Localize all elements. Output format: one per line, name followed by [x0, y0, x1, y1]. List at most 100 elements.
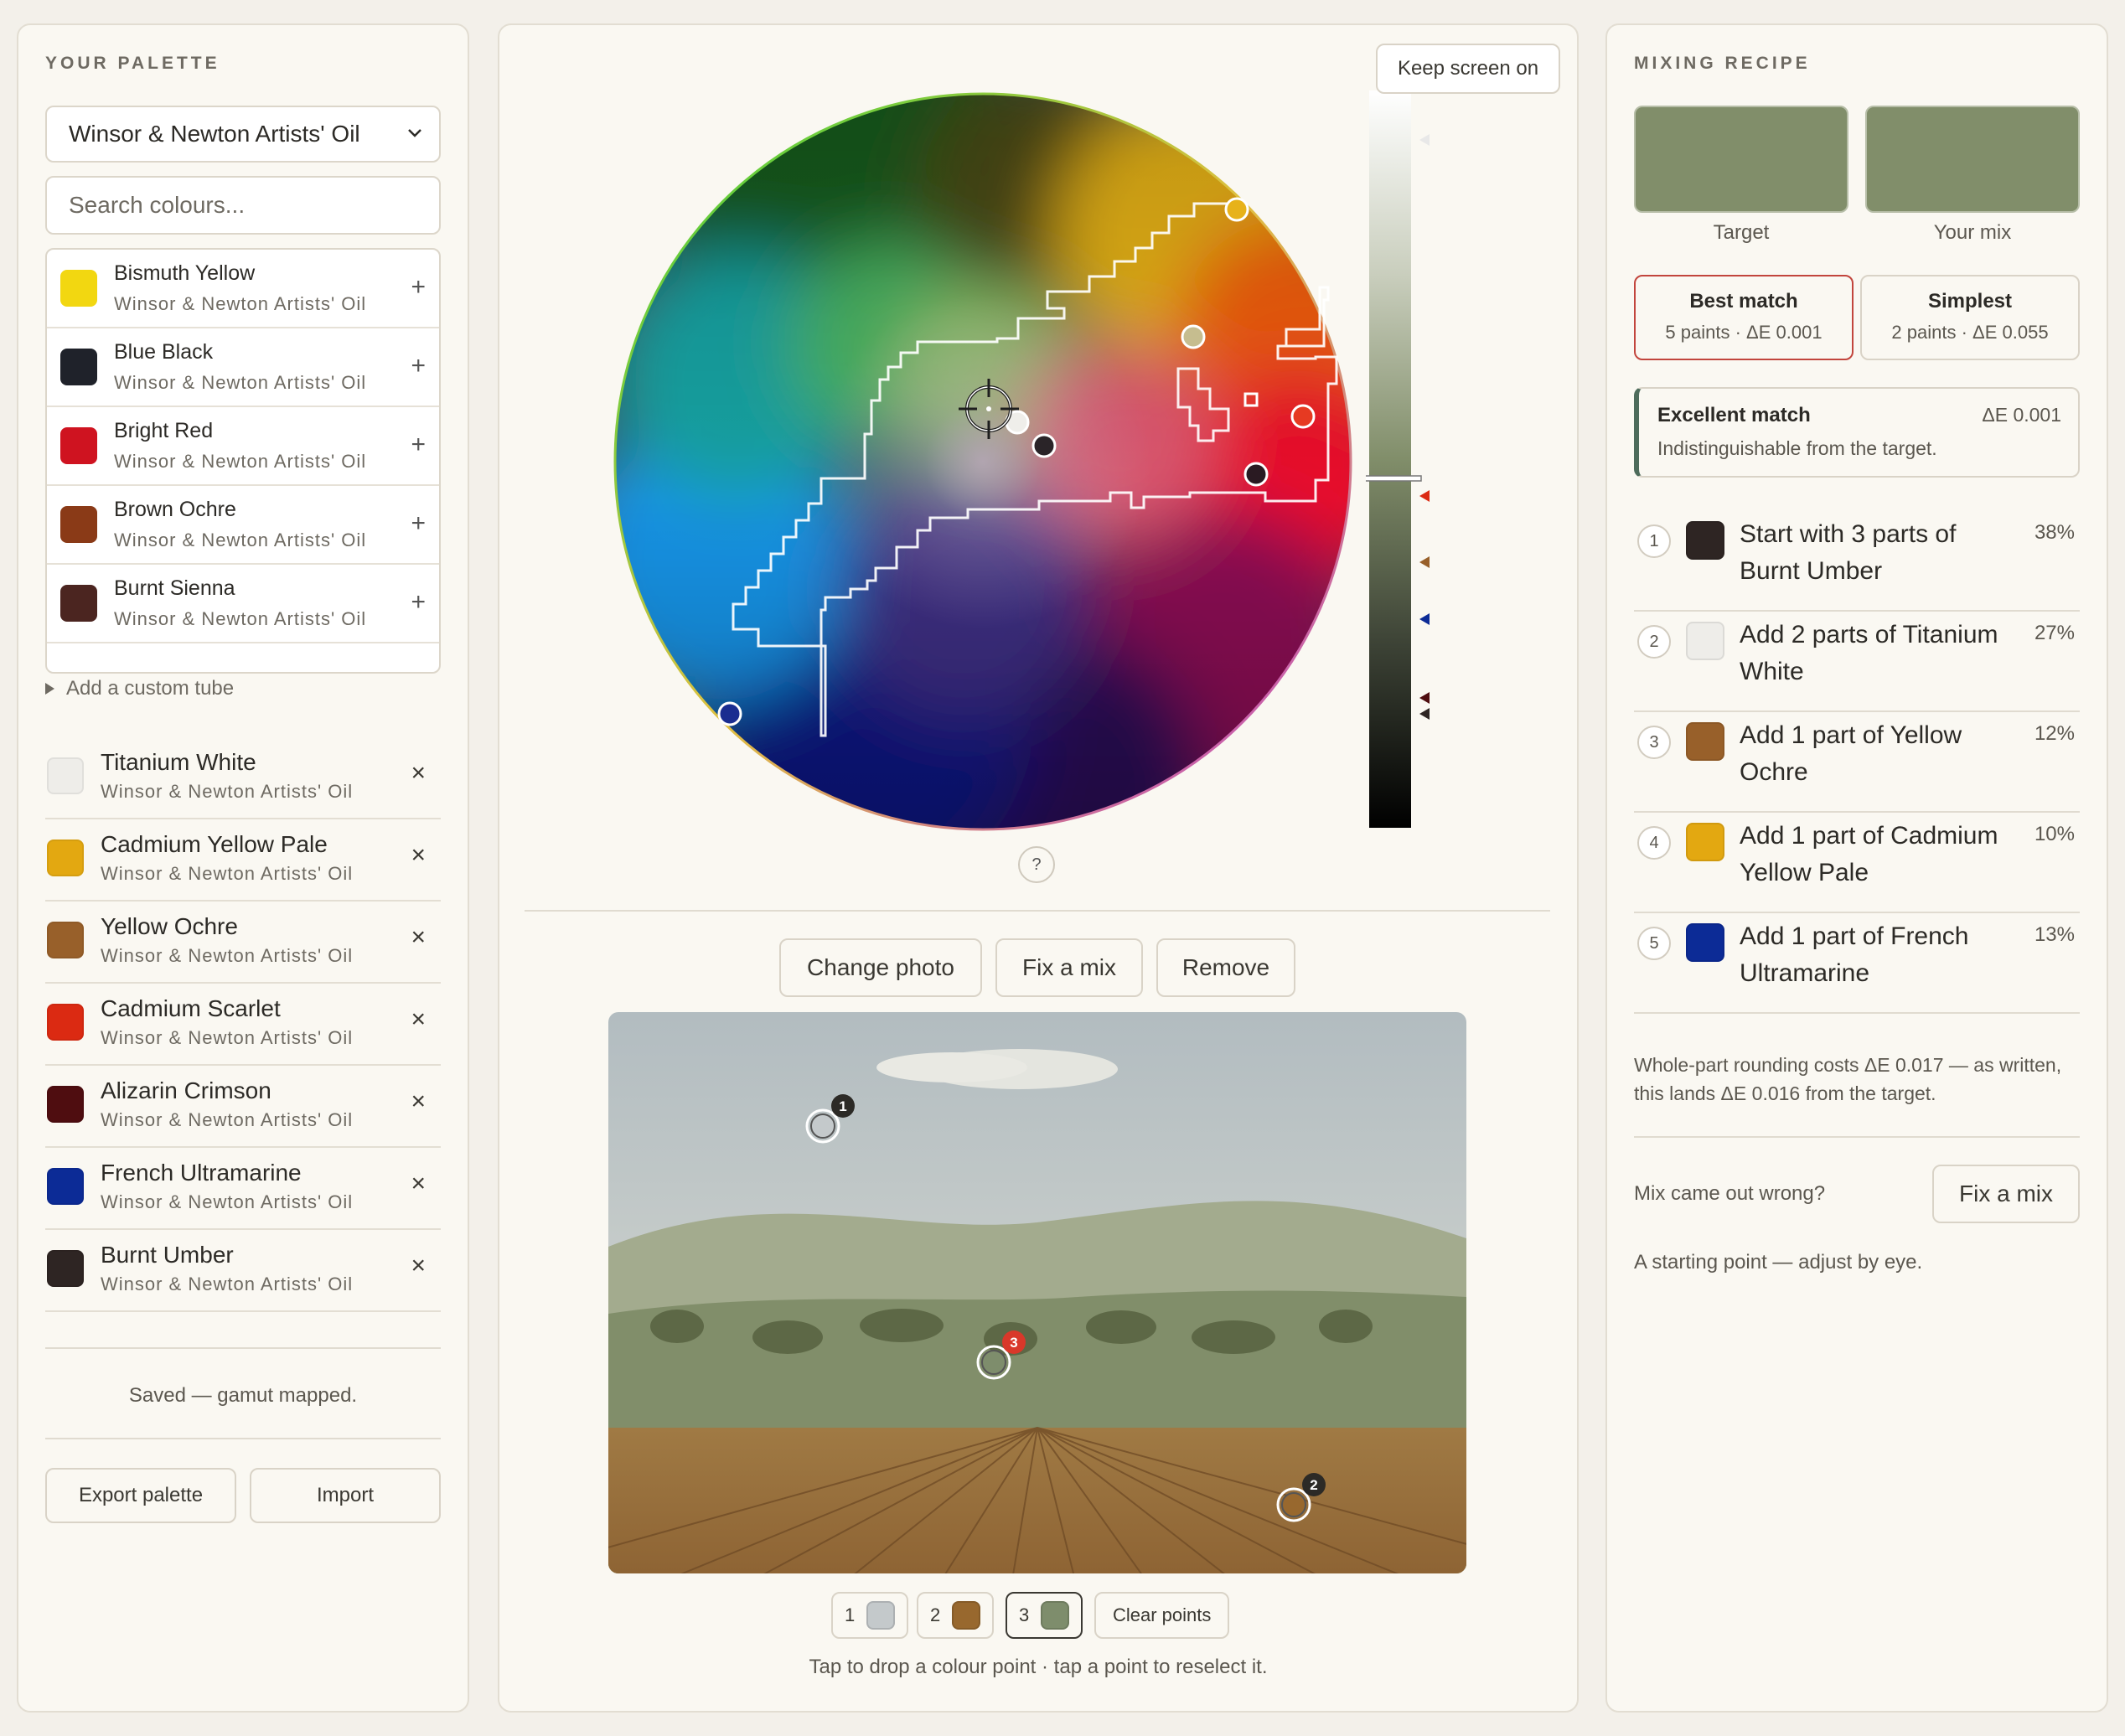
brand-select[interactable]: Winsor & Newton Artists' Oil [45, 106, 441, 163]
match-quality-title: Excellent match [1657, 404, 1811, 426]
point-chip-swatch [1041, 1601, 1070, 1630]
paint-tick-icon [1419, 692, 1430, 704]
help-button[interactable]: ? [1018, 846, 1055, 883]
colour-swatch [60, 270, 97, 307]
mode-subtitle: 5 paints · ΔE 0.001 [1665, 322, 1823, 343]
remove-paint-icon[interactable]: × [411, 1170, 426, 1198]
mode-subtitle: 2 paints · ΔE 0.055 [1891, 322, 2049, 343]
add-colour-icon[interactable]: + [411, 273, 426, 302]
remove-paint-icon[interactable]: × [411, 923, 426, 952]
point-chip-2[interactable]: 2 [917, 1592, 995, 1639]
recipe-step: 3 Add 1 part of Yellow Ochre 12% [1634, 712, 2080, 813]
paint-marker[interactable] [1224, 197, 1249, 222]
value-slider[interactable] [1366, 90, 1450, 833]
step-number: 3 [1637, 726, 1671, 759]
palette-item: Cadmium Yellow Pale Winsor & Newton Artis… [45, 819, 441, 902]
add-colour-icon[interactable]: + [411, 509, 426, 538]
colour-catalog-item[interactable]: Burnt Sienna Winsor & Newton Artists' Oil… [47, 565, 439, 643]
mode-title: Simplest [1927, 290, 2013, 313]
paint-swatch [47, 1250, 84, 1287]
remove-photo-button[interactable]: Remove [1156, 938, 1295, 997]
brand-select-value: Winsor & Newton Artists' Oil [69, 121, 360, 147]
colour-catalog-item[interactable]: Bright Red Winsor & Newton Artists' Oil + [47, 407, 439, 486]
paint-brand: Winsor & Newton Artists' Oil [101, 945, 354, 966]
search-input[interactable]: Search colours... [45, 176, 441, 235]
point-chip-3[interactable]: 3 [1006, 1592, 1083, 1639]
add-colour-icon[interactable]: + [411, 588, 426, 617]
colour-catalog-item[interactable]: Blue Black Winsor & Newton Artists' Oil + [47, 328, 439, 407]
paint-name: Alizarin Crimson [101, 1077, 271, 1103]
colour-catalog-list[interactable]: Bismuth Yellow Winsor & Newton Artists' O… [45, 248, 441, 674]
colour-name: Blue Black [114, 340, 214, 364]
svg-text:1: 1 [839, 1098, 846, 1114]
paint-marker[interactable] [1181, 324, 1206, 349]
colour-name: Bismuth Yellow [114, 261, 256, 285]
recipe-step: 5 Add 1 part of French Ultramarine 13% [1634, 913, 2080, 1014]
recipe-footnote: A starting point — adjust by eye. [1634, 1251, 1923, 1274]
paint-brand: Winsor & Newton Artists' Oil [101, 1027, 354, 1048]
fix-a-mix-button[interactable]: Fix a mix [995, 938, 1143, 997]
step-instruction: Add 2 parts of Titanium White [1740, 621, 1998, 685]
clear-points-button[interactable]: Clear points [1094, 1592, 1230, 1639]
export-palette-button[interactable]: Export palette [45, 1468, 236, 1523]
search-placeholder: Search colours... [69, 192, 246, 218]
paint-marker[interactable] [1290, 404, 1316, 429]
paint-marker[interactable] [1243, 462, 1269, 487]
change-photo-button[interactable]: Change photo [779, 938, 982, 997]
paint-marker[interactable] [1031, 433, 1057, 458]
step-number: 4 [1637, 826, 1671, 860]
reference-photo[interactable]: 1 2 3 [608, 1012, 1466, 1573]
clear-points-label: Clear points [1113, 1604, 1212, 1625]
remove-paint-icon[interactable]: × [411, 1252, 426, 1280]
step-number: 1 [1637, 524, 1671, 558]
target-swatch [1634, 106, 1848, 213]
keep-screen-on-button[interactable]: Keep screen on [1376, 44, 1560, 94]
mix-swatch [1865, 106, 2080, 213]
colour-catalog-item[interactable]: Bismuth Yellow Winsor & Newton Artists' O… [47, 250, 439, 328]
slider-handle[interactable] [1366, 475, 1422, 482]
simplest-option[interactable]: Simplest 2 paints · ΔE 0.055 [1860, 275, 2080, 360]
palette-item: Titanium White Winsor & Newton Artists' O… [45, 737, 441, 819]
remove-paint-icon[interactable]: × [411, 1088, 426, 1116]
paint-tick-icon [1419, 708, 1430, 720]
colour-brand: Winsor & Newton Artists' Oil [114, 372, 367, 393]
paint-swatch [47, 922, 84, 958]
match-quality-delta: ΔE 0.001 [1982, 404, 2061, 426]
colour-wheel[interactable] [612, 90, 1354, 833]
paint-swatch [47, 840, 84, 876]
add-colour-icon[interactable]: + [411, 352, 426, 380]
add-colour-icon[interactable]: + [411, 431, 426, 459]
paint-swatch [47, 1086, 84, 1123]
mode-title: Best match [1689, 290, 1798, 313]
divider [525, 910, 1550, 912]
point-chip-swatch [952, 1601, 981, 1630]
point-chip-1[interactable]: 1 [831, 1592, 909, 1639]
point-chip-number: 2 [930, 1604, 941, 1625]
divider [1634, 1136, 2080, 1138]
best-match-option[interactable]: Best match 5 paints · ΔE 0.001 [1634, 275, 1854, 360]
paint-marker[interactable] [717, 701, 742, 726]
add-custom-tube-label: Add a custom tube [66, 677, 235, 700]
add-custom-tube-toggle[interactable]: Add a custom tube [45, 677, 234, 700]
remove-paint-icon[interactable]: × [411, 759, 426, 788]
import-button[interactable]: Import [250, 1468, 441, 1523]
paint-name: Cadmium Scarlet [101, 995, 281, 1021]
paint-tick-icon [1419, 613, 1430, 625]
step-percentage: 13% [2034, 923, 2075, 946]
remove-paint-icon[interactable]: × [411, 1005, 426, 1034]
caret-right-icon [45, 683, 54, 695]
paint-name: Titanium White [101, 749, 256, 775]
step-number: 2 [1637, 625, 1671, 659]
mix-label: Your mix [1933, 221, 2012, 244]
fix-a-mix-button-recipe[interactable]: Fix a mix [1932, 1165, 2080, 1223]
remove-paint-icon[interactable]: × [411, 841, 426, 870]
divider [45, 1438, 441, 1439]
colour-catalog-item[interactable]: Brown Ochre Winsor & Newton Artists' Oil + [47, 486, 439, 565]
paint-tick-icon [1419, 134, 1430, 146]
paint-brand: Winsor & Newton Artists' Oil [101, 781, 354, 802]
step-percentage: 10% [2034, 823, 2075, 845]
point-chip-swatch [866, 1601, 896, 1630]
colour-swatch [60, 585, 97, 622]
step-percentage: 12% [2034, 722, 2075, 745]
step-percentage: 38% [2034, 521, 2075, 544]
